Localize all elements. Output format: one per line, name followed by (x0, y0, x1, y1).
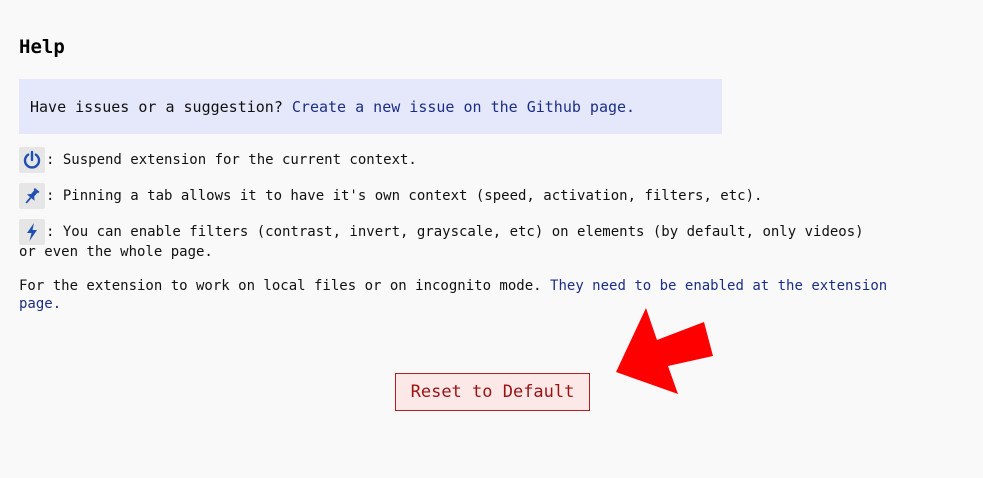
github-issue-link[interactable]: Create a new issue on the Github page. (292, 98, 635, 116)
local-files-text: For the extension to work on local files… (19, 278, 542, 294)
pin-help-row: : Pinning a tab allows it to have it's o… (19, 183, 762, 209)
power-help-text: : Suspend extension for the current cont… (46, 152, 417, 168)
local-files-note: For the extension to work on local files… (19, 277, 919, 313)
power-help-row: : Suspend extension for the current cont… (19, 147, 417, 173)
power-icon (19, 147, 45, 173)
filter-help-text-line1: : You can enable filters (contrast, inve… (46, 224, 864, 240)
filter-help-row: : You can enable filters (contrast, inve… (19, 219, 864, 262)
issue-prefix-text: Have issues or a suggestion? (30, 97, 283, 116)
red-arrow-annotation (616, 308, 713, 394)
pin-help-text: : Pinning a tab allows it to have it's o… (46, 188, 763, 204)
pin-icon (19, 183, 45, 209)
filter-help-text-line2: or even the whole page. (19, 244, 213, 260)
help-title: Help (19, 36, 65, 58)
issue-callout: Have issues or a suggestion? Create a ne… (19, 79, 722, 134)
reset-to-default-button[interactable]: Reset to Default (395, 373, 590, 411)
